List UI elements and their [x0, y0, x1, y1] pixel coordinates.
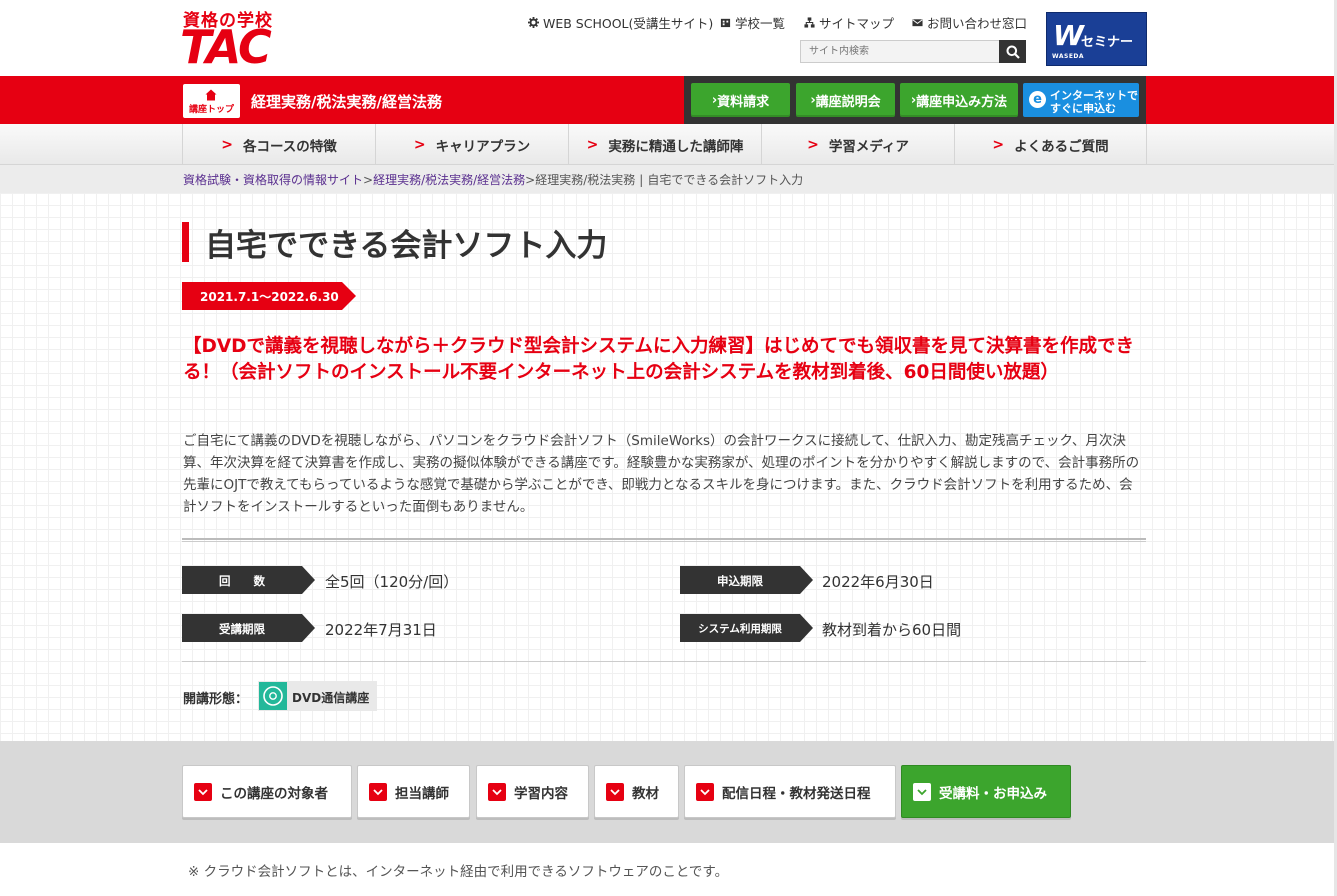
- chevron-down-icon: [488, 782, 506, 801]
- tab-label: この講座の対象者: [220, 785, 328, 802]
- search-icon: [1006, 45, 1020, 59]
- w-seminar-mark: W: [1053, 19, 1084, 52]
- breadcrumb-separator: >: [525, 173, 536, 187]
- breadcrumb-subcategory: 経理実務/税法実務: [535, 173, 636, 187]
- info-value-system-period: 教材到着から60日間: [822, 621, 962, 639]
- format-chip: DVD通信講座: [258, 681, 377, 711]
- chevron-right-icon: >: [586, 136, 599, 153]
- tab-schedule[interactable]: 配信日程・教材発送日程: [684, 765, 896, 818]
- info-label-sessions: 回 数: [219, 574, 265, 588]
- info-label-system-period: システム利用期限: [698, 623, 782, 635]
- chevron-down-icon: [913, 782, 931, 801]
- utility-link-label: サイトマップ: [819, 16, 895, 31]
- nav-item-course-features[interactable]: > 各コースの特徴: [182, 124, 375, 165]
- tab-fees-apply[interactable]: 受講料・お申込み: [901, 765, 1071, 818]
- building-icon: [720, 18, 731, 28]
- w-seminar-text: セミナー: [1081, 35, 1134, 50]
- gear-icon: [528, 17, 539, 28]
- chevron-down-icon: [194, 782, 212, 801]
- tab-label: 受講料・お申込み: [939, 785, 1047, 802]
- info-label-application-deadline: 申込期限: [717, 574, 763, 588]
- tab-label: 学習内容: [514, 785, 568, 802]
- internet-apply-line2: すぐに申込む: [1050, 102, 1116, 115]
- course-category-title: 経理実務/税法実務/経営法務: [251, 93, 442, 111]
- nav-item-label: キャリアプラン: [435, 138, 531, 155]
- site-search-input[interactable]: [800, 40, 1000, 63]
- search-button[interactable]: [999, 40, 1026, 63]
- button-label: 資料請求: [717, 94, 770, 110]
- course-top-label: 講座トップ: [188, 105, 234, 115]
- tab-materials[interactable]: 教材: [594, 765, 679, 818]
- utility-link-sitemap[interactable]: サイトマップ: [804, 13, 894, 32]
- w-seminar-logo[interactable]: W セミナー WASEDA: [1046, 12, 1147, 66]
- page-title: 自宅でできる会計ソフト入力: [205, 228, 608, 264]
- home-icon: [205, 89, 217, 101]
- info-label-study-deadline: 受講期限: [219, 622, 265, 636]
- tab-instructors[interactable]: 担当講師: [357, 765, 470, 818]
- how-to-apply-button[interactable]: › 講座申込み方法: [900, 83, 1018, 117]
- course-top-button[interactable]: 講座トップ: [183, 84, 240, 118]
- sitemap-icon: [804, 17, 815, 28]
- utility-link-label: 学校一覧: [735, 16, 786, 31]
- utility-link-schools[interactable]: 学校一覧: [720, 13, 785, 32]
- tab-label: 配信日程・教材発送日程: [722, 785, 871, 802]
- tac-logo[interactable]: TAC: [180, 24, 272, 70]
- course-briefing-button[interactable]: › 講座説明会: [796, 83, 895, 117]
- chevron-right-icon: >: [807, 136, 819, 153]
- nav-item-faq[interactable]: > よくあるご質問: [954, 124, 1147, 165]
- tab-curriculum[interactable]: 学習内容: [476, 765, 589, 818]
- utility-link-label: WEB SCHOOL(受講生サイト): [543, 16, 714, 31]
- breadcrumb-separator: >: [363, 173, 374, 187]
- course-headline: 【DVDで講義を視聴しながら＋クラウド型会計システムに入力練習】はじめてでも領収…: [183, 336, 1134, 383]
- tab-target-audience[interactable]: この講座の対象者: [182, 765, 352, 818]
- title-accent-bar: [182, 222, 189, 262]
- divider: [182, 538, 1146, 542]
- button-label: 講座申込み方法: [916, 94, 1008, 110]
- disc-icon: [259, 682, 287, 710]
- chevron-right-icon: >: [413, 136, 426, 153]
- chevron-right-icon: >: [221, 136, 233, 153]
- tab-label: 担当講師: [395, 785, 449, 802]
- breadcrumb-link-home[interactable]: 資格試験・資格取得の情報サイト: [183, 173, 363, 187]
- nav-item-instructors[interactable]: > 実務に精通した講師陣: [568, 124, 761, 165]
- mail-icon: [912, 19, 923, 27]
- nav-item-label: 実務に精通した講師陣: [608, 138, 744, 155]
- utility-link-webschool[interactable]: WEB SCHOOL(受講生サイト): [528, 13, 713, 32]
- nav-item-learning-media[interactable]: > 学習メディア: [761, 124, 954, 165]
- tab-label: 教材: [632, 785, 659, 802]
- nav-item-label: よくあるご質問: [1014, 138, 1109, 155]
- chevron-down-icon: [606, 782, 624, 801]
- info-value-application-deadline: 2022年6月30日: [822, 573, 934, 591]
- utility-link-label: お問い合わせ窓口: [927, 16, 1028, 31]
- chevron-down-icon: [369, 782, 387, 801]
- info-value-study-deadline: 2022年7月31日: [325, 621, 437, 639]
- period-text: 2021.7.1～2022.6.30: [200, 290, 339, 304]
- e-icon: e: [1029, 91, 1046, 108]
- w-seminar-sub: WASEDA: [1052, 53, 1085, 60]
- footnote: ※ クラウド会計ソフトとは、インターネット経由で利用できるソフトウェアのことです…: [188, 864, 729, 880]
- nav-item-career-plan[interactable]: > キャリアプラン: [375, 124, 568, 165]
- chevron-down-icon: [696, 782, 714, 801]
- format-label: 開講形態：: [183, 692, 249, 707]
- internet-apply-button[interactable]: e インターネットで すぐに申込む: [1023, 83, 1139, 117]
- chevron-right-icon: >: [992, 136, 1005, 153]
- nav-item-label: 各コースの特徴: [242, 138, 337, 155]
- course-description: ご自宅にて講義のDVDを視聴しながら、パソコンをクラウド会計ソフト（SmileW…: [183, 433, 1140, 515]
- breadcrumb-link-category[interactable]: 経理実務/税法実務/経営法務: [373, 173, 525, 187]
- info-value-sessions: 全5回（120分/回）: [325, 573, 459, 591]
- request-materials-button[interactable]: › 資料請求: [691, 83, 790, 117]
- breadcrumb: 資格試験・資格取得の情報サイト>経理実務/税法実務/経営法務>経理実務/税法実務…: [183, 171, 803, 188]
- divider: [182, 661, 1146, 662]
- format-value: DVD通信講座: [292, 691, 370, 705]
- breadcrumb-divider: |: [639, 173, 644, 187]
- nav-item-label: 学習メディア: [828, 138, 909, 155]
- button-label: 講座説明会: [815, 94, 881, 110]
- utility-link-contact[interactable]: お問い合わせ窓口: [912, 13, 1027, 32]
- breadcrumb-current: 自宅でできる会計ソフト入力: [647, 173, 804, 187]
